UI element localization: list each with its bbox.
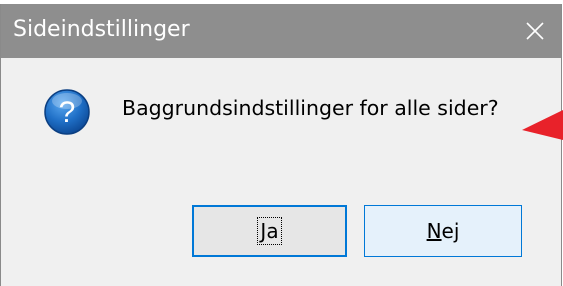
dialog-message: Baggrundsindstillinger for alle sider? — [122, 96, 499, 120]
no-label-rest: ej — [441, 219, 460, 243]
dialog-body: ? Baggrundsindstillinger for alle sider?… — [1, 58, 561, 286]
yes-label-rest: a — [266, 219, 279, 243]
yes-button-label: Ja — [257, 217, 282, 245]
dialog-window: Sideindstillinger ? Baggrundsindstilling… — [0, 4, 562, 286]
window-title: Sideindstillinger — [13, 17, 190, 42]
svg-text:?: ? — [59, 96, 76, 129]
no-mnemonic: N — [426, 219, 442, 243]
close-icon — [526, 22, 544, 40]
annotation-arrow-icon — [522, 110, 563, 140]
page: Sideindstillinger ? Baggrundsindstilling… — [0, 0, 563, 286]
yes-button[interactable]: Ja — [192, 205, 347, 257]
no-button[interactable]: Nej — [364, 205, 522, 257]
no-button-label: Nej — [427, 219, 460, 243]
close-button[interactable] — [509, 4, 561, 58]
question-icon: ? — [44, 89, 90, 135]
title-bar[interactable]: Sideindstillinger — [1, 4, 561, 58]
